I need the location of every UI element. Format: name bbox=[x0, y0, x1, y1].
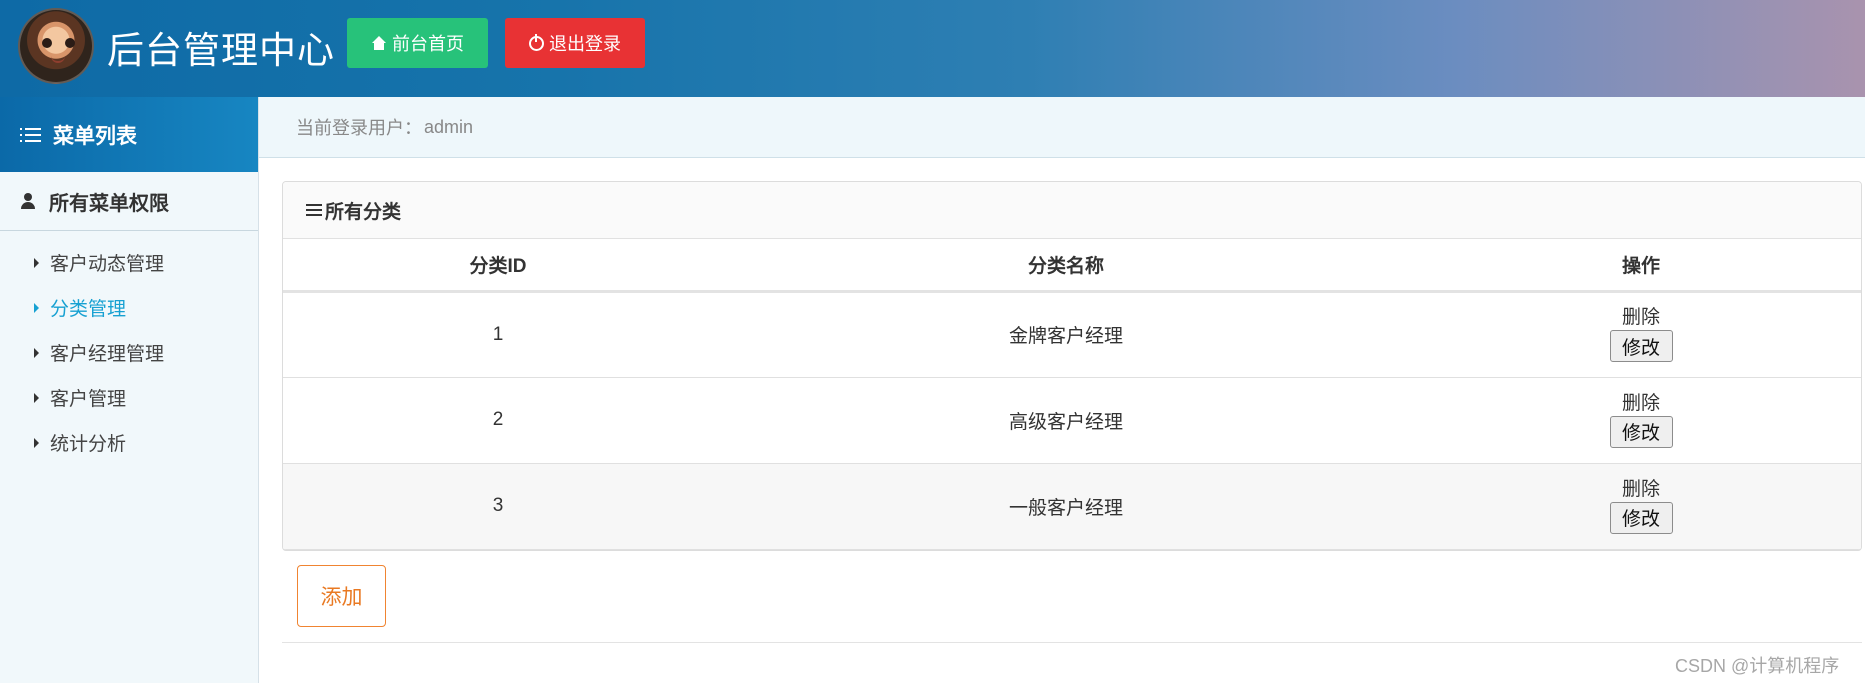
sidebar-item-label: 客户动态管理 bbox=[50, 254, 165, 275]
sidebar-item-statistics[interactable]: 统计分析 bbox=[0, 420, 258, 465]
category-name-cell: 金牌客户经理 bbox=[713, 291, 1419, 378]
column-header-actions: 操作 bbox=[1419, 239, 1861, 293]
table-header-row: 分类ID 分类名称 操作 bbox=[283, 239, 1861, 293]
current-username: admin bbox=[424, 116, 474, 137]
power-icon bbox=[529, 33, 544, 51]
panel-title-text: 所有分类 bbox=[325, 201, 402, 223]
panel-title: 所有分类 bbox=[283, 182, 1861, 239]
sidebar-item-label: 分类管理 bbox=[50, 299, 127, 320]
caret-right-icon bbox=[34, 347, 39, 358]
hamburger-icon bbox=[306, 203, 323, 217]
category-table: 分类ID 分类名称 操作 1 金牌客户经理 删除 修改 2 高级客户经理 删除 … bbox=[283, 239, 1861, 550]
sidebar-menu: 客户动态管理 分类管理 客户经理管理 客户管理 统计分析 bbox=[0, 231, 258, 465]
caret-right-icon bbox=[34, 437, 39, 448]
front-home-button[interactable]: 前台首页 bbox=[347, 18, 488, 68]
logout-button[interactable]: 退出登录 bbox=[505, 18, 645, 68]
row-actions: 删除 修改 bbox=[1419, 393, 1861, 448]
actions-cell: 删除 修改 bbox=[1419, 463, 1861, 550]
actions-cell: 删除 修改 bbox=[1419, 377, 1861, 464]
category-id-cell: 2 bbox=[283, 377, 713, 464]
category-id-cell: 1 bbox=[283, 291, 713, 378]
caret-right-icon bbox=[34, 302, 39, 313]
table-row: 1 金牌客户经理 删除 修改 bbox=[283, 291, 1861, 378]
logout-label: 退出登录 bbox=[549, 34, 621, 54]
modify-button[interactable]: 修改 bbox=[1609, 330, 1673, 362]
row-actions: 删除 修改 bbox=[1419, 307, 1861, 362]
sidebar-title: 菜单列表 bbox=[53, 124, 137, 148]
modify-button[interactable]: 修改 bbox=[1609, 501, 1673, 534]
current-user-prefix: 当前登录用户： bbox=[296, 118, 422, 138]
sidebar-header: 菜单列表 bbox=[0, 97, 258, 172]
avatar bbox=[18, 8, 94, 84]
menu-permission-group[interactable]: 所有菜单权限 bbox=[0, 172, 258, 231]
column-header-category-id: 分类ID bbox=[283, 239, 713, 293]
sidebar-item-label: 客户管理 bbox=[50, 389, 127, 410]
delete-link[interactable]: 删除 bbox=[1622, 393, 1660, 414]
category-name-cell: 高级客户经理 bbox=[713, 377, 1419, 464]
caret-right-icon bbox=[34, 392, 39, 403]
list-icon bbox=[20, 126, 41, 143]
sidebar-item-manager-management[interactable]: 客户经理管理 bbox=[0, 330, 258, 375]
app-title: 后台管理中心 bbox=[107, 30, 335, 71]
front-home-label: 前台首页 bbox=[392, 34, 464, 54]
category-id-cell: 3 bbox=[283, 463, 713, 550]
sidebar: 菜单列表 所有菜单权限 客户动态管理 分类管理 客户经理管理 客户管理 统计分析 bbox=[0, 97, 259, 683]
add-category-button[interactable]: 添加 bbox=[297, 565, 386, 627]
category-name-cell: 一般客户经理 bbox=[713, 463, 1419, 550]
table-row: 2 高级客户经理 删除 修改 bbox=[283, 377, 1861, 464]
sidebar-item-label: 客户经理管理 bbox=[50, 344, 165, 365]
watermark-text: CSDN @计算机程序 bbox=[1675, 656, 1840, 676]
current-user-bar: 当前登录用户： admin bbox=[259, 97, 1865, 158]
caret-right-icon bbox=[34, 257, 39, 268]
category-panel: 所有分类 分类ID 分类名称 操作 1 金牌客户经理 删除 修改 2 高级客户经… bbox=[282, 181, 1862, 551]
actions-cell: 删除 修改 bbox=[1419, 291, 1861, 378]
delete-link[interactable]: 删除 bbox=[1622, 307, 1660, 328]
table-row: 3 一般客户经理 删除 修改 bbox=[283, 463, 1861, 550]
user-icon bbox=[21, 193, 35, 209]
delete-link[interactable]: 删除 bbox=[1622, 479, 1660, 500]
sidebar-item-label: 统计分析 bbox=[50, 434, 127, 455]
menu-group-label: 所有菜单权限 bbox=[49, 192, 169, 215]
sidebar-item-customer-management[interactable]: 客户管理 bbox=[0, 375, 258, 420]
sidebar-item-category-management[interactable]: 分类管理 bbox=[0, 285, 258, 330]
modify-button[interactable]: 修改 bbox=[1609, 415, 1673, 448]
column-header-category-name: 分类名称 bbox=[713, 239, 1419, 293]
home-icon bbox=[371, 36, 387, 50]
content-divider bbox=[282, 642, 1862, 643]
sidebar-item-customer-dynamics[interactable]: 客户动态管理 bbox=[0, 240, 258, 285]
top-header: 后台管理中心 前台首页 退出登录 bbox=[0, 0, 1865, 97]
row-actions: 删除 修改 bbox=[1419, 479, 1861, 534]
